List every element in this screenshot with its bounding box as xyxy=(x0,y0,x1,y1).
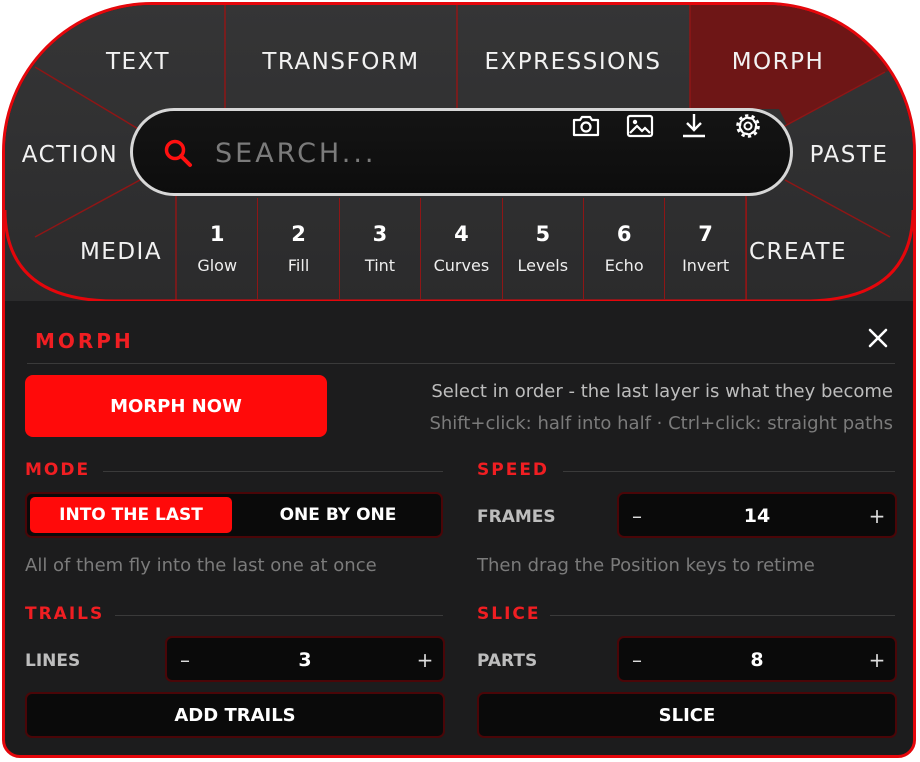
mode-divider xyxy=(103,471,443,472)
preset-number: 3 xyxy=(372,222,388,246)
panel-title: MORPH xyxy=(35,329,134,353)
parts-label: PARTS xyxy=(477,651,538,671)
command-panel: TEXT TRANSFORM EXPRESSIONS MORPH ACTION … xyxy=(2,2,916,758)
mode-toggle: INTO THE LAST ONE BY ONE xyxy=(25,492,443,538)
preset-echo-button[interactable]: 6 Echo xyxy=(584,198,666,299)
preset-label: Levels xyxy=(517,256,569,275)
frames-decrement-button[interactable]: – xyxy=(625,504,649,528)
slice-divider xyxy=(550,615,895,616)
frames-value[interactable]: 14 xyxy=(659,505,855,527)
morph-now-button[interactable]: MORPH NOW xyxy=(25,375,327,437)
preset-number: 6 xyxy=(616,222,632,246)
lines-label: LINES xyxy=(25,651,81,671)
menu-create[interactable]: CREATE xyxy=(749,239,847,265)
preset-fill-button[interactable]: 2 Fill xyxy=(258,198,340,299)
trails-divider xyxy=(115,615,443,616)
lines-decrement-button[interactable]: – xyxy=(173,648,197,672)
preset-tint-button[interactable]: 3 Tint xyxy=(340,198,422,299)
preset-invert-button[interactable]: 7 Invert xyxy=(665,198,747,299)
preset-label: Curves xyxy=(433,256,490,275)
lines-increment-button[interactable]: + xyxy=(413,648,437,672)
camera-icon[interactable] xyxy=(571,111,601,141)
parts-stepper: – 8 + xyxy=(617,636,897,682)
menu-expressions[interactable]: EXPRESSIONS xyxy=(484,49,661,75)
frames-stepper: – 14 + xyxy=(617,492,897,538)
mode-option-into-the-last[interactable]: INTO THE LAST xyxy=(30,497,232,533)
preset-number: 4 xyxy=(454,222,469,246)
slice-heading: SLICE xyxy=(477,604,541,624)
search-input[interactable] xyxy=(213,127,547,179)
preset-number: 1 xyxy=(209,222,225,246)
menu-morph[interactable]: MORPH xyxy=(732,49,825,75)
menu-transform[interactable]: TRANSFORM xyxy=(262,49,419,75)
preset-levels-button[interactable]: 5 Levels xyxy=(503,198,584,299)
lines-value[interactable]: 3 xyxy=(207,649,403,671)
parts-decrement-button[interactable]: – xyxy=(625,648,649,672)
preset-curves-button[interactable]: 4 Curves xyxy=(421,198,503,299)
parts-value[interactable]: 8 xyxy=(659,649,855,671)
mode-description: All of them fly into the last one at onc… xyxy=(25,555,377,576)
image-icon[interactable] xyxy=(625,111,655,141)
slice-button[interactable]: SLICE xyxy=(477,692,897,738)
speed-heading: SPEED xyxy=(477,460,550,480)
preset-number: 2 xyxy=(291,222,306,246)
hint-order: Select in order - the last layer is what… xyxy=(431,381,893,402)
hint-modifiers: Shift+click: half into half · Ctrl+click… xyxy=(429,413,893,434)
trails-heading: TRAILS xyxy=(25,604,105,624)
preset-label: Echo xyxy=(604,256,644,275)
radial-menu: TEXT TRANSFORM EXPRESSIONS MORPH ACTION … xyxy=(5,5,913,301)
menu-action[interactable]: ACTION xyxy=(22,142,119,168)
gear-icon[interactable] xyxy=(733,111,763,141)
mode-option-one-by-one[interactable]: ONE BY ONE xyxy=(237,497,439,533)
menu-text[interactable]: TEXT xyxy=(106,49,170,75)
header-divider xyxy=(27,363,895,364)
speed-description: Then drag the Position keys to retime xyxy=(477,555,815,576)
frames-increment-button[interactable]: + xyxy=(865,504,889,528)
search-bar xyxy=(130,108,793,196)
lines-stepper: – 3 + xyxy=(165,636,445,682)
menu-media[interactable]: MEDIA xyxy=(80,239,162,265)
preset-label: Tint xyxy=(364,256,396,275)
menu-paste[interactable]: PASTE xyxy=(810,142,889,168)
preset-glow-button[interactable]: 1 Glow xyxy=(177,198,259,299)
preset-label: Invert xyxy=(682,256,730,275)
close-icon[interactable] xyxy=(863,323,893,353)
mode-heading: MODE xyxy=(25,460,91,480)
download-icon[interactable] xyxy=(679,111,709,141)
speed-divider xyxy=(563,471,895,472)
preset-number: 7 xyxy=(698,222,713,246)
parts-increment-button[interactable]: + xyxy=(865,648,889,672)
preset-label: Glow xyxy=(197,256,238,275)
preset-number: 5 xyxy=(535,222,551,246)
frames-label: FRAMES xyxy=(477,507,556,527)
search-icon xyxy=(164,139,192,167)
add-trails-button[interactable]: ADD TRAILS xyxy=(25,692,445,738)
preset-label: Fill xyxy=(287,256,310,275)
